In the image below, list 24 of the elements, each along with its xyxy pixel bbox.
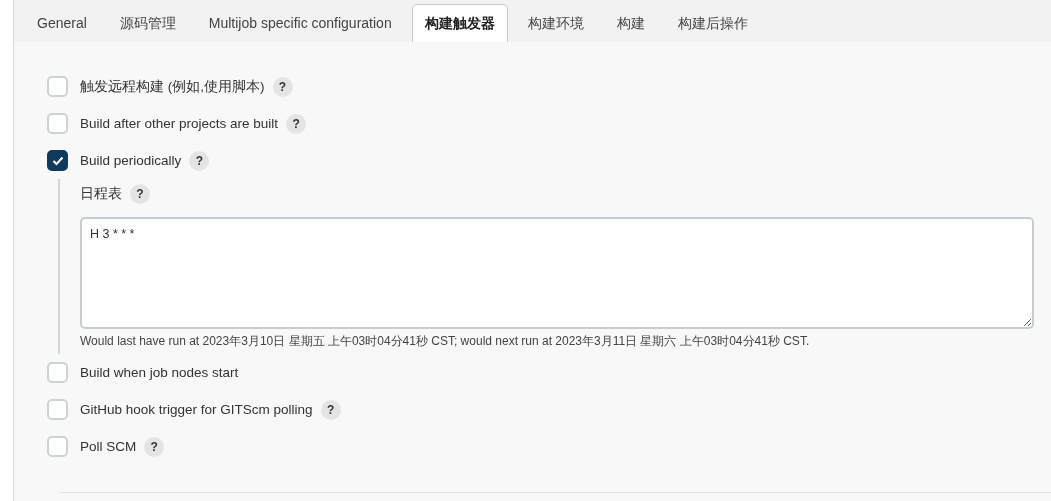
checkbox[interactable]	[47, 150, 68, 171]
help-button[interactable]: ?	[130, 184, 150, 204]
checkbox-label: 触发远程构建 (例如,使用脚本)	[80, 77, 265, 96]
tab[interactable]: 源码管理	[106, 4, 189, 42]
checkbox-label: Poll SCM	[80, 439, 137, 454]
checkbox-label: GitHub hook trigger for GITScm polling	[80, 402, 313, 417]
tab[interactable]: 构建	[603, 4, 658, 42]
checkbox-label: Build when job nodes start	[80, 365, 239, 380]
help-button[interactable]: ?	[272, 76, 293, 97]
field-label: 日程表	[80, 185, 122, 203]
checkbox-label: Build periodically	[80, 153, 182, 168]
checkbox-label: Build after other projects are built	[80, 116, 279, 131]
tab[interactable]: 构建环境	[514, 4, 597, 42]
tab[interactable]: Multijob specific configuration	[195, 4, 405, 42]
check-icon	[51, 155, 64, 166]
tab[interactable]: General	[24, 4, 100, 42]
tab[interactable]: 构建后操作	[664, 4, 761, 42]
help-button[interactable]: ?	[320, 399, 341, 420]
help-button[interactable]: ?	[189, 150, 210, 171]
help-button[interactable]: ?	[144, 436, 165, 457]
help-button[interactable]: ?	[286, 113, 307, 134]
tab[interactable]: 构建触发器	[411, 4, 508, 42]
schedule-hint: Would last have run at 2023年3月10日 星期五 上午03时04分41秒 CST; would next run at 2023年3月11日 星期六 上午03时04分41秒 CST.	[80, 333, 811, 350]
schedule-field[interactable]: H 3 * * *	[80, 217, 1034, 329]
